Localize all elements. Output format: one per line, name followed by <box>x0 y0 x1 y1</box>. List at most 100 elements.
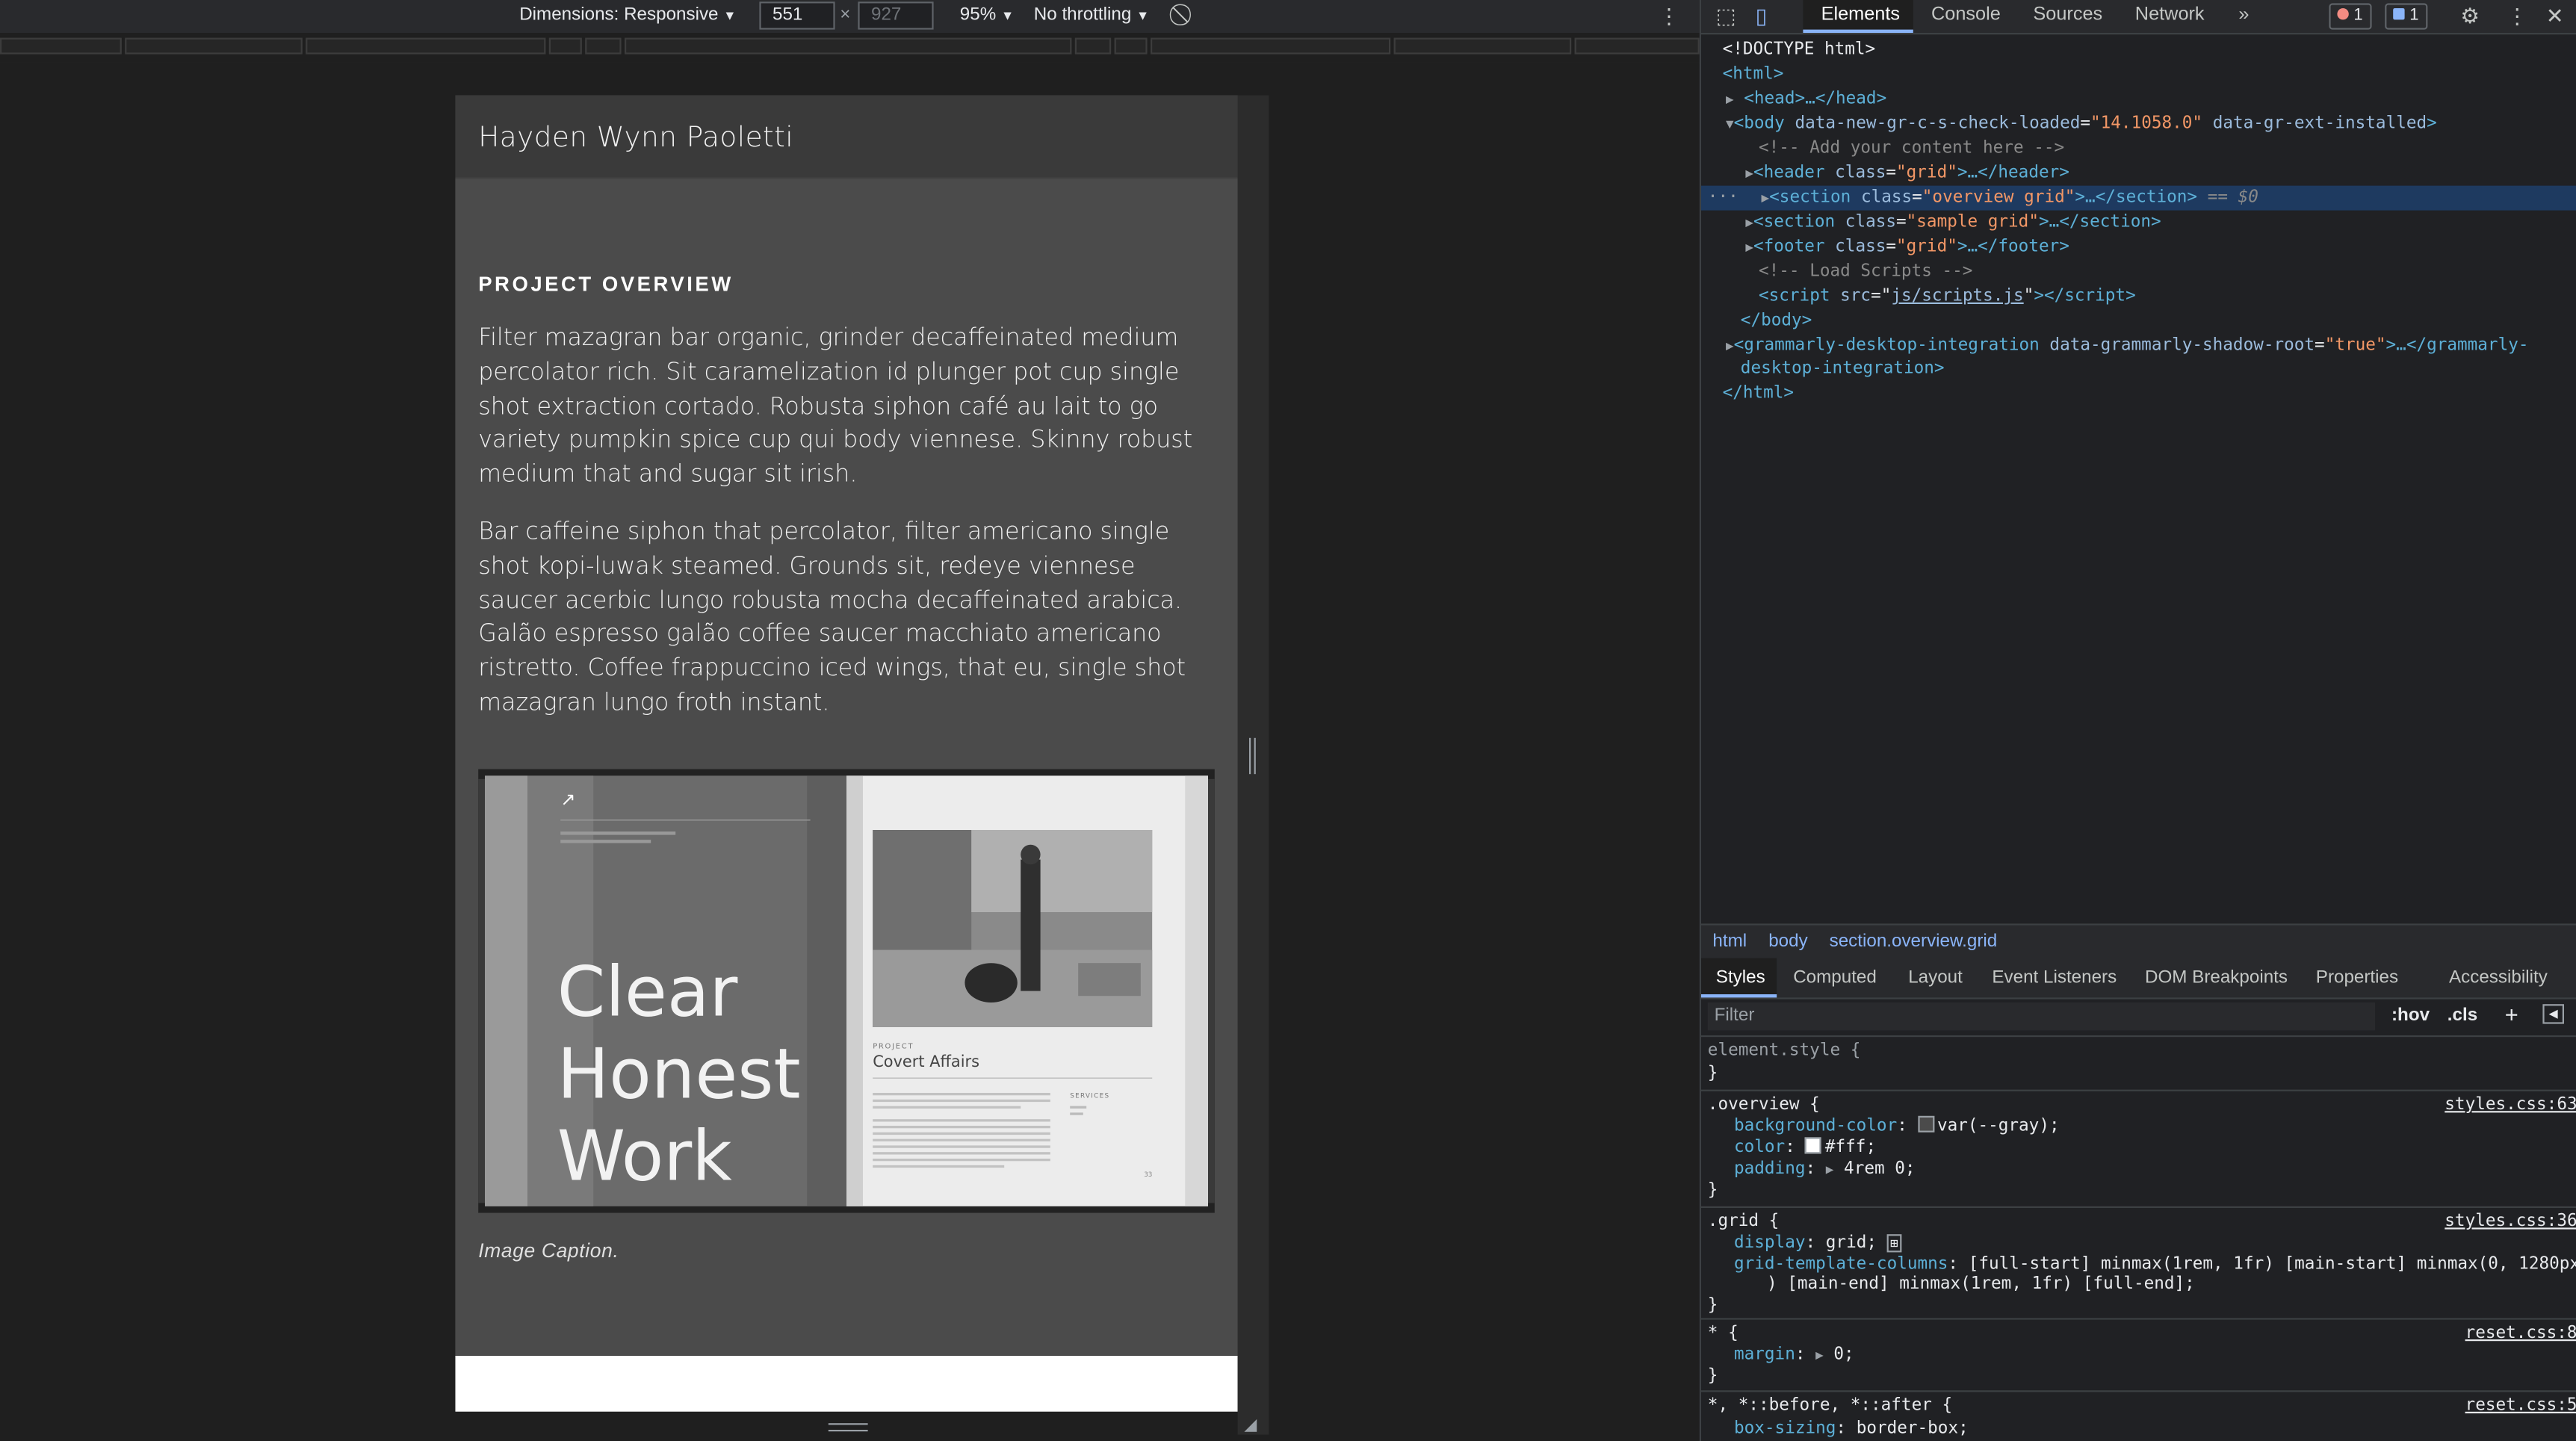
book-page-number: 33 <box>1144 1171 1152 1179</box>
tab-properties[interactable]: Properties <box>2316 968 2398 988</box>
tab-network[interactable]: Network <box>2135 5 2205 25</box>
grid-source-link[interactable]: styles.css:36 <box>2445 1211 2576 1233</box>
site-name[interactable]: Hayden Wynn Paoletti <box>478 122 793 155</box>
ruler-segment[interactable] <box>0 37 122 55</box>
overview-source-link[interactable]: styles.css:63 <box>2445 1094 2576 1116</box>
ruler-segment[interactable] <box>125 37 303 55</box>
decl-background-color[interactable]: background-color: var(--gray); <box>1734 1115 2060 1138</box>
dom-line-html-close[interactable]: </html> <box>1701 381 2576 406</box>
dom-line-body-close[interactable]: </body> <box>1701 309 2576 334</box>
expand-arrow-icon[interactable]: ▶ <box>1726 338 1734 353</box>
grid-editor-icon[interactable]: ⊞ <box>1886 1234 1902 1253</box>
dom-line-section-sample[interactable]: ▶<section class="sample grid">…</section… <box>1701 211 2576 235</box>
ruler-segment[interactable] <box>585 37 622 55</box>
ruler-segment[interactable] <box>1114 37 1148 55</box>
decl-grid-template-columns[interactable]: grid-template-columns: [full-start] minm… <box>1734 1254 2576 1276</box>
decl-display[interactable]: display: grid; ⊞ <box>1734 1233 1902 1254</box>
breadcrumb-section[interactable]: section.overview.grid <box>1830 932 1998 951</box>
tab-accessibility[interactable]: Accessibility <box>2449 968 2548 988</box>
toggle-sidebar-icon[interactable]: ◂ <box>2542 1004 2564 1024</box>
prop-value: grid; <box>1825 1233 1877 1253</box>
dom-line-comment[interactable]: <!-- Add your content here --> <box>1701 137 2576 161</box>
tab-console[interactable]: Console <box>1931 5 2001 25</box>
tab-styles[interactable]: Styles <box>1716 968 1765 988</box>
tab-dom-breakpoints[interactable]: DOM Breakpoints <box>2145 968 2288 988</box>
inspect-element-icon[interactable]: ⬚ <box>1716 3 1736 29</box>
script-src-link[interactable]: js/scripts.js <box>1891 286 2023 306</box>
expand-arrow-icon[interactable]: ▶ <box>1745 215 1753 230</box>
error-badge[interactable]: 1 <box>2329 3 2371 30</box>
dom-line-script[interactable]: <script src="js/scripts.js"></script> <box>1701 285 2576 309</box>
tab-elements[interactable]: Elements <box>1821 5 1900 25</box>
book-title-line-1: Clear <box>557 952 738 1032</box>
dom-line-body[interactable]: ▼<body data-new-gr-c-s-check-loaded="14.… <box>1701 112 2576 137</box>
tab-layout[interactable]: Layout <box>1908 968 1963 988</box>
settings-gear-icon[interactable]: ⚙ <box>2460 3 2480 29</box>
color-swatch-icon[interactable] <box>1805 1137 1822 1154</box>
cls-button[interactable]: .cls <box>2447 1005 2477 1025</box>
overview-selector[interactable]: .overview { <box>1708 1094 1820 1116</box>
message-badge[interactable]: 1 <box>2385 3 2427 30</box>
dom-line-section-overview[interactable]: ··· ▶<section class="overview grid">…</se… <box>1701 185 2576 211</box>
tab-sources[interactable]: Sources <box>2033 5 2102 25</box>
new-rule-icon[interactable]: + <box>2505 1001 2518 1027</box>
before-after-selector[interactable]: *, *::before, *::after { <box>1708 1395 1952 1417</box>
dom-line-footer[interactable]: ▶<footer class="grid">…</footer> <box>1701 235 2576 260</box>
filter-input[interactable]: Filter <box>1707 1002 2375 1031</box>
resize-grip-icon[interactable] <box>1249 737 1256 775</box>
ruler-segment[interactable] <box>1574 37 1700 55</box>
dom-line-doctype[interactable]: <!DOCTYPE html> <box>1701 38 2576 63</box>
element-style-selector[interactable]: element.style { <box>1708 1041 1861 1062</box>
expand-arrow-icon[interactable]: ▶ <box>1726 92 1734 107</box>
decl-box-sizing[interactable]: box-sizing: border-box; <box>1734 1419 1969 1440</box>
zoom-dropdown[interactable]: 95% ▼ <box>960 5 1014 25</box>
grid-selector[interactable]: .grid { <box>1708 1211 1779 1233</box>
more-options-icon[interactable]: ⋮ <box>2507 3 2528 29</box>
collapse-arrow-icon[interactable]: ▼ <box>1726 117 1734 131</box>
decl-padding[interactable]: padding: ▶ 4rem 0; <box>1734 1159 1916 1180</box>
device-toggle-icon[interactable]: ▯ <box>1756 3 1768 29</box>
tab-computed[interactable]: Computed <box>1793 968 1877 988</box>
ruler-segment[interactable] <box>625 37 1072 55</box>
ruler-segment[interactable] <box>1151 37 1391 55</box>
expand-arrow-icon[interactable]: ▶ <box>1815 1348 1824 1363</box>
ruler-segment[interactable] <box>1074 37 1112 55</box>
ruler-segment[interactable] <box>1393 37 1572 55</box>
more-options-icon[interactable]: ⋮ <box>1659 3 1680 29</box>
expand-arrow-icon[interactable]: ▶ <box>1745 166 1753 181</box>
color-swatch-icon[interactable] <box>1917 1115 1934 1132</box>
resize-grip-bottom-icon[interactable] <box>828 1423 868 1432</box>
gutter-dots-icon[interactable]: ··· <box>1701 188 1762 207</box>
overview-paragraph-1: Filter mazagran bar organic, grinder dec… <box>478 325 1193 489</box>
close-icon[interactable]: ✕ <box>2546 3 2564 29</box>
page-viewport: Hayden Wynn Paoletti PROJECT OVERVIEW Fi… <box>455 95 1238 1412</box>
decl-margin[interactable]: margin: ▶ 0; <box>1734 1345 1854 1366</box>
close-brace: } <box>1707 1366 1718 1386</box>
throttling-dropdown[interactable]: No throttling ▼ <box>1034 5 1150 25</box>
prop-value-continued: ) [main-end] minmax(1rem, 1fr) [full-end… <box>1767 1274 2195 1294</box>
reset-source-link[interactable]: reset.css:5 <box>2465 1395 2576 1417</box>
breadcrumb-body[interactable]: body <box>1768 932 1807 951</box>
breadcrumb-html[interactable]: html <box>1712 932 1747 951</box>
hov-button[interactable]: :hov <box>2391 1005 2430 1025</box>
dom-line-grammarly-cont[interactable]: desktop-integration> <box>1701 356 2576 381</box>
width-input[interactable]: 551 <box>759 1 835 30</box>
ruler-segment[interactable] <box>306 37 546 55</box>
dom-line-comment-2[interactable]: <!-- Load Scripts --> <box>1701 260 2576 285</box>
decl-color[interactable]: color: #fff; <box>1734 1137 1876 1159</box>
height-input[interactable]: 927 <box>858 1 934 30</box>
tab-event-listeners[interactable]: Event Listeners <box>1992 968 2117 988</box>
dom-line-grammarly[interactable]: ▶<grammarly-desktop-integration data-gra… <box>1701 334 2576 359</box>
dom-line-header[interactable]: ▶<header class="grid">…</header> <box>1701 161 2576 186</box>
ruler-segment[interactable] <box>548 37 582 55</box>
dom-line-html[interactable]: <html> <box>1701 63 2576 87</box>
expand-arrow-icon[interactable]: ▶ <box>1745 240 1753 255</box>
star-source-link[interactable]: reset.css:8 <box>2465 1323 2576 1345</box>
star-selector[interactable]: * { <box>1708 1323 1739 1345</box>
book-image: ↗ Clear Honest Work PROJECT Covert Affai… <box>478 769 1215 1213</box>
dom-line-head[interactable]: ▶ <head>…</head> <box>1701 87 2576 112</box>
resize-corner-icon[interactable]: ◢ <box>1244 1416 1257 1434</box>
expand-arrow-icon[interactable]: ▶ <box>1826 1162 1834 1177</box>
more-tabs-icon[interactable]: » <box>2238 5 2249 25</box>
dimensions-dropdown[interactable]: Dimensions: Responsive ▼ <box>519 5 736 25</box>
